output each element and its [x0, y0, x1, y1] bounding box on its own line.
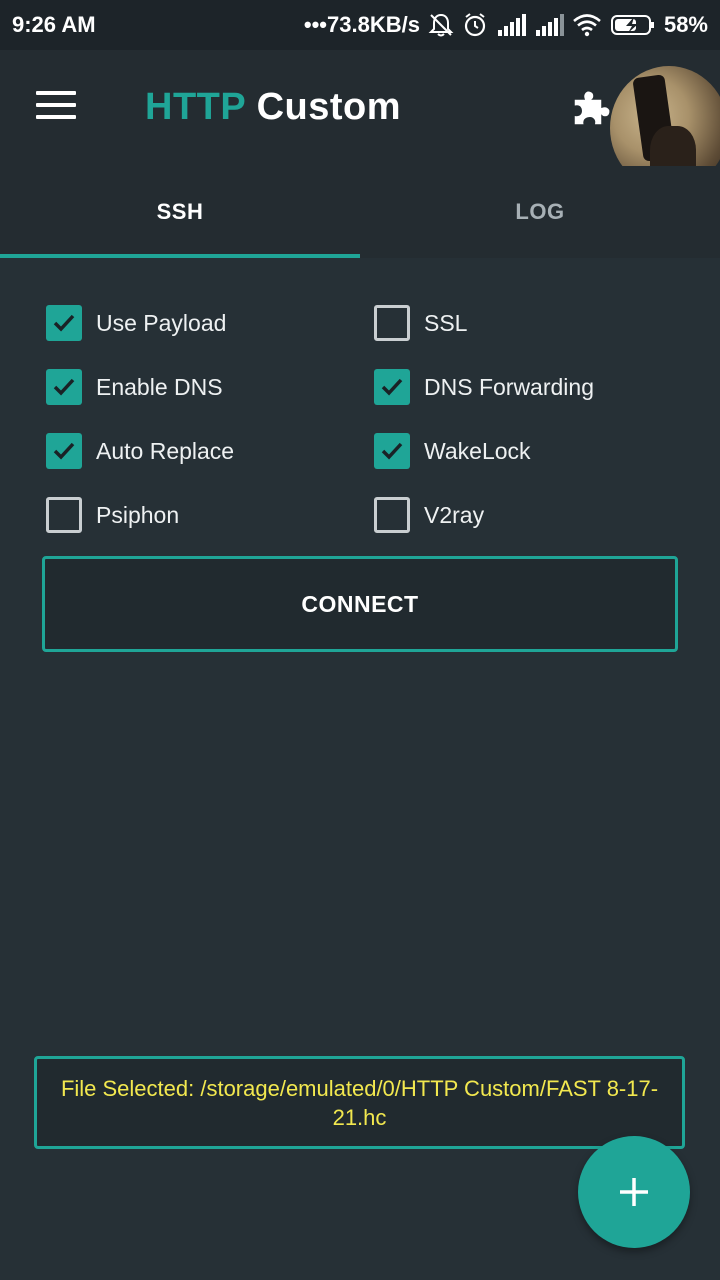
option-use-payload[interactable]: Use Payload	[46, 303, 226, 343]
option-label: DNS Forwarding	[424, 373, 594, 400]
checkbox-unchecked[interactable]	[374, 305, 410, 341]
file-selected-text: File Selected: /storage/emulated/0/HTTP …	[60, 1075, 659, 1130]
tab-log[interactable]: LOG	[360, 166, 720, 258]
file-selected-banner: File Selected: /storage/emulated/0/HTTP …	[34, 1056, 685, 1149]
plus-icon	[620, 1178, 648, 1206]
checkbox-checked[interactable]	[46, 305, 82, 341]
option-label: Auto Replace	[96, 437, 235, 464]
checkbox-checked[interactable]	[374, 369, 410, 405]
network-speed: •••73.8KB/s	[303, 12, 420, 37]
checkbox-checked[interactable]	[374, 433, 410, 469]
checkbox-checked[interactable]	[46, 433, 82, 469]
checkbox-checked[interactable]	[46, 369, 82, 405]
option-label: SSL	[424, 309, 468, 336]
hamburger-menu-icon[interactable]	[36, 91, 76, 121]
status-icons: •••73.8KB/s 58%	[304, 12, 708, 38]
signal-icon	[496, 14, 526, 36]
option-wakelock[interactable]: WakeLock	[374, 431, 531, 471]
option-dns-forwarding[interactable]: DNS Forwarding	[374, 367, 594, 407]
tab-ssh[interactable]: SSH	[0, 166, 360, 258]
connect-button[interactable]: CONNECT	[42, 556, 678, 652]
add-fab-button[interactable]	[578, 1136, 690, 1248]
checkbox-unchecked[interactable]	[46, 497, 82, 533]
battery-charging-icon	[610, 13, 656, 37]
signal-icon	[534, 14, 564, 36]
app-toolbar: HTTP Custom	[0, 50, 720, 190]
battery-percent: 58%	[663, 12, 708, 37]
puzzle-icon[interactable]	[570, 87, 612, 129]
option-label: Psiphon	[96, 501, 180, 528]
alarm-icon	[462, 12, 488, 38]
option-label: V2ray	[424, 501, 485, 528]
mute-bell-icon	[428, 12, 454, 38]
option-enable-dns[interactable]: Enable DNS	[46, 367, 223, 407]
wifi-icon	[572, 13, 602, 37]
app-title-custom: Custom	[256, 86, 402, 128]
status-time: 9:26 AM	[12, 12, 96, 37]
option-ssl[interactable]: SSL	[374, 303, 467, 343]
tab-bar: SSH LOG	[0, 166, 720, 258]
option-label: Enable DNS	[96, 373, 223, 400]
app-title: HTTP Custom	[145, 86, 401, 129]
status-bar: 9:26 AM •••73.8KB/s 58%	[0, 0, 720, 50]
option-auto-replace[interactable]: Auto Replace	[46, 431, 234, 471]
option-label: WakeLock	[424, 437, 531, 464]
option-psiphon[interactable]: Psiphon	[46, 495, 179, 535]
option-v2ray[interactable]: V2ray	[374, 495, 484, 535]
app-title-http: HTTP	[145, 86, 246, 128]
checkbox-unchecked[interactable]	[374, 497, 410, 533]
option-label: Use Payload	[96, 309, 227, 336]
